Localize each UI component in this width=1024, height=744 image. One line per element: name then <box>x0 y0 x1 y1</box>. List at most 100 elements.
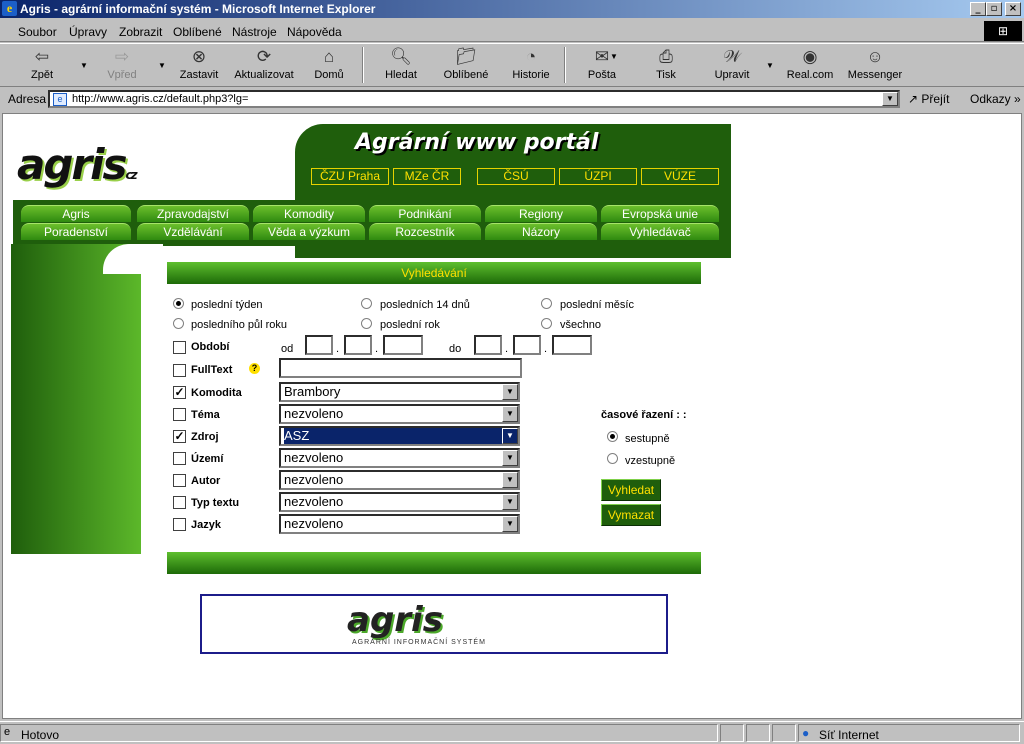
link-czu[interactable]: ČZU Praha <box>311 168 389 185</box>
radio-sort-desc[interactable] <box>607 431 618 442</box>
nav-vyhledavac[interactable]: Vyhledávač <box>601 223 719 240</box>
chevron-down-icon: ▼ <box>502 472 518 488</box>
komodita-select[interactable]: Brambory ▼ <box>279 382 520 402</box>
jazyk-label: Jazyk <box>191 519 221 531</box>
do-day-input[interactable] <box>474 335 502 355</box>
edit-dropdown-icon[interactable]: ▼ <box>766 61 774 70</box>
zdroj-select[interactable]: ASZ ▼ <box>279 426 520 446</box>
fulltext-input[interactable] <box>279 358 522 378</box>
home-button[interactable]: ⌂ Domů <box>304 45 354 85</box>
checkbox-fulltext[interactable] <box>173 364 186 377</box>
back-button[interactable]: ⇦ Zpět <box>12 45 72 85</box>
vyhledat-button[interactable]: Vyhledat <box>601 479 661 501</box>
jazyk-select[interactable]: nezvoleno ▼ <box>279 514 520 534</box>
checkbox-tema[interactable] <box>173 408 186 421</box>
toolbar-separator <box>564 47 566 83</box>
typ-textu-select[interactable]: nezvoleno ▼ <box>279 492 520 512</box>
back-dropdown-icon[interactable]: ▼ <box>80 61 88 70</box>
do-label: do <box>449 343 462 355</box>
do-month-input[interactable] <box>513 335 541 355</box>
menu-zobrazit[interactable]: Zobrazit <box>119 25 162 39</box>
close-icon[interactable]: × <box>1005 2 1021 16</box>
print-button[interactable]: ⎙ Tisk <box>640 45 692 85</box>
tema-select[interactable]: nezvoleno ▼ <box>279 404 520 424</box>
radio-last-month[interactable] <box>541 298 552 309</box>
link-uzpi[interactable]: ÚZPI <box>559 168 637 185</box>
menu-nastroje[interactable]: Nástroje <box>232 25 277 39</box>
main-navigation: Agris Zpravodajství Komodity Podnikání R… <box>13 200 731 246</box>
radio-last-week[interactable] <box>173 298 184 309</box>
checkbox-autor[interactable] <box>173 474 186 487</box>
nav-agris[interactable]: Agris <box>21 205 131 222</box>
nav-nazory[interactable]: Názory <box>485 223 597 240</box>
date-dot: . <box>336 343 340 355</box>
forward-button[interactable]: ⇨ Vpřed <box>92 45 152 85</box>
checkbox-jazyk[interactable] <box>173 518 186 531</box>
checkbox-uzemi[interactable] <box>173 452 186 465</box>
footer-logo[interactable]: agris AGRÁRNÍ INFORMAČNÍ SYSTÉM <box>200 594 668 654</box>
od-day-input[interactable] <box>305 335 333 355</box>
windows-logo-icon: ⊞ <box>984 21 1022 41</box>
nav-veda-a-vyzkum[interactable]: Věda a výzkum <box>253 223 365 240</box>
go-button[interactable]: ↗ Přejít <box>908 92 949 106</box>
nav-regiony[interactable]: Regiony <box>485 205 597 222</box>
edit-button[interactable]: 𝒲 Upravit <box>706 45 758 85</box>
search-section-footer <box>167 552 701 574</box>
home-icon: ⌂ <box>323 47 335 66</box>
nav-zpravodajstvi[interactable]: Zpravodajství <box>137 205 249 222</box>
links-button[interactable]: Odkazy » <box>970 92 1021 106</box>
od-year-input[interactable] <box>383 335 423 355</box>
realcom-button[interactable]: ◉ Real.com <box>780 45 840 85</box>
checkbox-obdobi[interactable] <box>173 341 186 354</box>
radio-last-year[interactable] <box>361 318 372 329</box>
menu-napoveda[interactable]: Nápověda <box>287 25 342 39</box>
vymazat-button[interactable]: Vymazat <box>601 504 661 526</box>
mail-dropdown-icon[interactable]: ▼ <box>610 52 618 61</box>
status-segment <box>720 724 744 742</box>
uzemi-select[interactable]: nezvoleno ▼ <box>279 448 520 468</box>
menu-oblibene[interactable]: Oblíbené <box>173 25 222 39</box>
checkbox-komodita[interactable]: ✓ <box>173 386 186 399</box>
mail-button[interactable]: ✉ Pošta <box>576 45 628 85</box>
nav-rozcestnik[interactable]: Rozcestník <box>369 223 481 240</box>
status-bar: e Hotovo ● Síť Internet <box>0 721 1024 744</box>
sort-label: časové řazení : : <box>601 409 687 421</box>
od-month-input[interactable] <box>344 335 372 355</box>
do-year-input[interactable] <box>552 335 592 355</box>
nav-komodity[interactable]: Komodity <box>253 205 365 222</box>
checkbox-typ-textu[interactable] <box>173 496 186 509</box>
ie-icon[interactable]: e <box>2 1 17 16</box>
history-button[interactable]: ◔ Historie <box>504 45 558 85</box>
address-dropdown-icon[interactable]: ▼ <box>882 92 898 106</box>
checkbox-zdroj[interactable]: ✓ <box>173 430 186 443</box>
minimize-icon[interactable]: _ <box>970 2 986 16</box>
link-mze[interactable]: MZe ČR <box>393 168 461 185</box>
radio-sort-asc[interactable] <box>607 453 618 464</box>
radio-last-half-year[interactable] <box>173 318 184 329</box>
nav-podnikani[interactable]: Podnikání <box>369 205 481 222</box>
nav-evropska-unie[interactable]: Evropská unie <box>601 205 719 222</box>
window-title-bar: e Agris - agrární informační systém - Mi… <box>0 0 1024 18</box>
radio-last-14-days[interactable] <box>361 298 372 309</box>
menu-soubor[interactable]: Soubor <box>18 25 57 39</box>
menu-upravy[interactable]: Úpravy <box>69 25 107 39</box>
stop-button[interactable]: ⊗ Zastavit <box>170 45 228 85</box>
status-text: Hotovo <box>21 728 60 742</box>
favorites-button[interactable]: 📁︎ Oblíbené <box>436 45 496 85</box>
messenger-button[interactable]: ☺ Messenger <box>844 45 906 85</box>
radio-last-month-label: poslední měsíc <box>560 299 634 311</box>
nav-vzdelavani[interactable]: Vzdělávání <box>137 223 249 240</box>
search-button[interactable]: 🔍︎ Hledat <box>374 45 428 85</box>
forward-dropdown-icon[interactable]: ▼ <box>158 61 166 70</box>
agris-logo[interactable]: agriscz <box>17 140 138 189</box>
link-csu[interactable]: ČSÚ <box>477 168 555 185</box>
help-icon[interactable]: ? <box>249 363 260 374</box>
radio-all[interactable] <box>541 318 552 329</box>
autor-select[interactable]: nezvoleno ▼ <box>279 470 520 490</box>
nav-poradenstvi[interactable]: Poradenství <box>21 223 131 240</box>
link-vuze[interactable]: VÚZE <box>641 168 719 185</box>
refresh-button[interactable]: ⟳ Aktualizovat <box>230 45 298 85</box>
address-input[interactable]: e http://www.agris.cz/default.php3?lg= ▼ <box>48 90 900 108</box>
maximize-icon[interactable]: ▫ <box>986 2 1002 16</box>
forward-arrow-icon: ⇨ <box>114 47 130 66</box>
